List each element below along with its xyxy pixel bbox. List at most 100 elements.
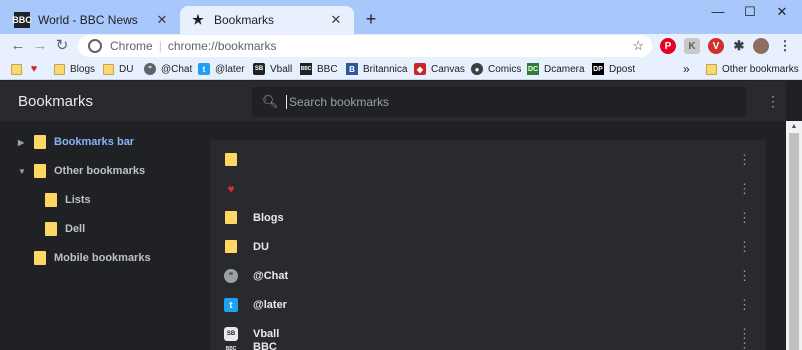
list-item[interactable]: t @later ⋮ bbox=[210, 290, 766, 319]
bookmark-britannica[interactable]: B Britannica bbox=[346, 61, 407, 77]
twitter-icon: t bbox=[198, 63, 210, 75]
new-tab-button[interactable]: + bbox=[360, 8, 382, 30]
tree-label: Lists bbox=[65, 194, 91, 206]
dpost-icon: DP bbox=[592, 63, 604, 75]
dcamera-icon: DC bbox=[527, 63, 539, 75]
bookmark-label: Other bookmarks bbox=[722, 63, 799, 75]
bookmark-label: BBC bbox=[317, 63, 338, 75]
row-label: Vball bbox=[253, 327, 280, 340]
v-extension-icon[interactable]: V bbox=[708, 38, 724, 54]
address-bar[interactable]: Chrome | chrome://bookmarks ☆ bbox=[78, 35, 652, 57]
close-window-button[interactable]: ✕ bbox=[766, 2, 798, 22]
row-menu-icon[interactable]: ⋮ bbox=[738, 340, 751, 350]
britannica-icon: B bbox=[346, 63, 358, 75]
page-header: Bookmarks 🔍︎ ⋮ bbox=[0, 81, 786, 121]
folder-icon bbox=[705, 63, 717, 75]
tree-item-bookmarks-bar[interactable]: ▶ Bookmarks bar bbox=[18, 131, 134, 153]
collapse-arrow-icon[interactable]: ▼ bbox=[18, 167, 28, 176]
bookmark-star-icon[interactable]: ☆ bbox=[632, 38, 644, 54]
heart-icon: ♥ bbox=[30, 63, 38, 75]
bookmark-dcamera[interactable]: DC Dcamera bbox=[527, 61, 585, 77]
pinterest-icon[interactable]: P bbox=[660, 38, 676, 54]
row-label: Blogs bbox=[253, 211, 284, 224]
close-tab-icon[interactable]: ✕ bbox=[154, 12, 170, 28]
list-item[interactable]: ⋮ bbox=[210, 145, 766, 174]
reload-button[interactable]: ↻ bbox=[52, 36, 72, 56]
list-item[interactable]: ♥ ⋮ bbox=[210, 174, 766, 203]
chat-icon: " bbox=[144, 63, 156, 75]
tree-label: Mobile bookmarks bbox=[54, 252, 151, 264]
tree-item-dell[interactable]: Dell bbox=[45, 218, 85, 240]
bookmark-comics[interactable]: ● Comics bbox=[471, 61, 521, 77]
comics-icon: ● bbox=[471, 63, 483, 75]
twitter-icon: t bbox=[224, 297, 238, 312]
bookmark-other-bookmarks[interactable]: Other bookmarks bbox=[705, 61, 799, 77]
chrome-menu-icon[interactable]: ⋮ bbox=[777, 38, 793, 54]
tab-strip: BBC World - BBC News ✕ ★ Bookmarks ✕ + —… bbox=[0, 0, 802, 34]
url-separator: | bbox=[158, 39, 162, 53]
row-menu-icon[interactable]: ⋮ bbox=[738, 268, 751, 284]
search-icon: 🔍︎ bbox=[262, 94, 279, 109]
bookmark-folder[interactable] bbox=[10, 61, 27, 77]
extensions-puzzle-icon[interactable]: ✱ bbox=[731, 38, 747, 54]
row-menu-icon[interactable]: ⋮ bbox=[738, 181, 751, 197]
chat-icon: " bbox=[224, 268, 238, 283]
folder-icon bbox=[45, 193, 57, 207]
bookmark-heart[interactable]: ♥ bbox=[28, 61, 45, 77]
list-item[interactable]: SB Vball ⋮ bbox=[210, 319, 766, 348]
bookmark-later[interactable]: t @later bbox=[198, 61, 245, 77]
search-box[interactable]: 🔍︎ bbox=[252, 87, 746, 117]
bookmark-bbc[interactable]: BBC BBC bbox=[300, 61, 338, 77]
scrollbar-thumb[interactable] bbox=[789, 133, 799, 350]
row-label: @later bbox=[253, 298, 287, 311]
forward-button[interactable]: → bbox=[30, 36, 50, 56]
bbc-favicon-icon: BBC bbox=[12, 12, 32, 28]
folder-tree: ▶ Bookmarks bar ▼ Other bookmarks Lists … bbox=[0, 121, 210, 350]
tree-item-lists[interactable]: Lists bbox=[45, 189, 91, 211]
url-text: chrome://bookmarks bbox=[167, 39, 277, 53]
bookmark-canvas[interactable]: ◆ Canvas bbox=[414, 61, 465, 77]
tree-item-other-bookmarks[interactable]: ▼ Other bookmarks bbox=[18, 160, 145, 182]
bookmark-vball[interactable]: SB Vball bbox=[253, 61, 292, 77]
search-input[interactable] bbox=[286, 95, 726, 109]
tab-title: World - BBC News bbox=[38, 13, 138, 27]
list-item[interactable]: " @Chat ⋮ bbox=[210, 261, 766, 290]
minimize-button[interactable]: — bbox=[702, 2, 734, 22]
chrome-page-icon bbox=[88, 39, 102, 53]
close-tab-icon[interactable]: ✕ bbox=[328, 12, 344, 28]
toolbar: ← → ↻ Chrome | chrome://bookmarks ☆ P K … bbox=[0, 34, 802, 58]
bbc-icon: BBC bbox=[300, 63, 312, 75]
bookmark-du[interactable]: DU bbox=[102, 61, 133, 77]
folder-icon bbox=[53, 63, 65, 75]
bookmark-label: Vball bbox=[270, 63, 293, 75]
row-menu-icon[interactable]: ⋮ bbox=[738, 210, 751, 226]
tab-bookmarks[interactable]: ★ Bookmarks ✕ bbox=[180, 6, 354, 34]
folder-icon bbox=[34, 251, 46, 265]
scroll-up-arrow-icon[interactable]: ▲ bbox=[789, 123, 799, 131]
row-menu-icon[interactable]: ⋮ bbox=[738, 152, 751, 168]
bookmarks-page: Bookmarks 🔍︎ ⋮ ▶ Bookmarks bar ▼ Other b… bbox=[0, 81, 802, 350]
bookmark-blogs[interactable]: Blogs bbox=[53, 61, 95, 77]
folder-icon bbox=[224, 153, 238, 167]
list-item[interactable]: Blogs ⋮ bbox=[210, 203, 766, 232]
maximize-button[interactable]: ☐ bbox=[734, 2, 766, 22]
bookmark-chat[interactable]: " @Chat bbox=[144, 61, 192, 77]
list-item[interactable]: DU ⋮ bbox=[210, 232, 766, 261]
expand-arrow-icon[interactable]: ▶ bbox=[18, 138, 28, 147]
tree-item-mobile-bookmarks[interactable]: Mobile bookmarks bbox=[34, 247, 151, 269]
row-label: BBC bbox=[253, 341, 277, 350]
bookmark-label: @Chat bbox=[161, 63, 193, 75]
row-menu-icon[interactable]: ⋮ bbox=[738, 239, 751, 255]
tree-label: Dell bbox=[65, 223, 86, 235]
back-button[interactable]: ← bbox=[8, 36, 28, 56]
bookmark-dpost[interactable]: DP Dpost bbox=[592, 61, 635, 77]
k-extension-icon[interactable]: K bbox=[684, 38, 700, 54]
tab-bbc-news[interactable]: BBC World - BBC News ✕ bbox=[4, 6, 180, 34]
row-menu-icon[interactable]: ⋮ bbox=[738, 297, 751, 313]
bookmarks-overflow-chevron[interactable]: » bbox=[683, 61, 690, 77]
more-actions-icon[interactable]: ⋮ bbox=[766, 93, 780, 110]
vball-icon: SB bbox=[224, 326, 238, 341]
vball-icon: SB bbox=[253, 63, 265, 75]
profile-avatar-icon[interactable] bbox=[753, 38, 769, 54]
url-scheme: Chrome bbox=[110, 39, 153, 53]
